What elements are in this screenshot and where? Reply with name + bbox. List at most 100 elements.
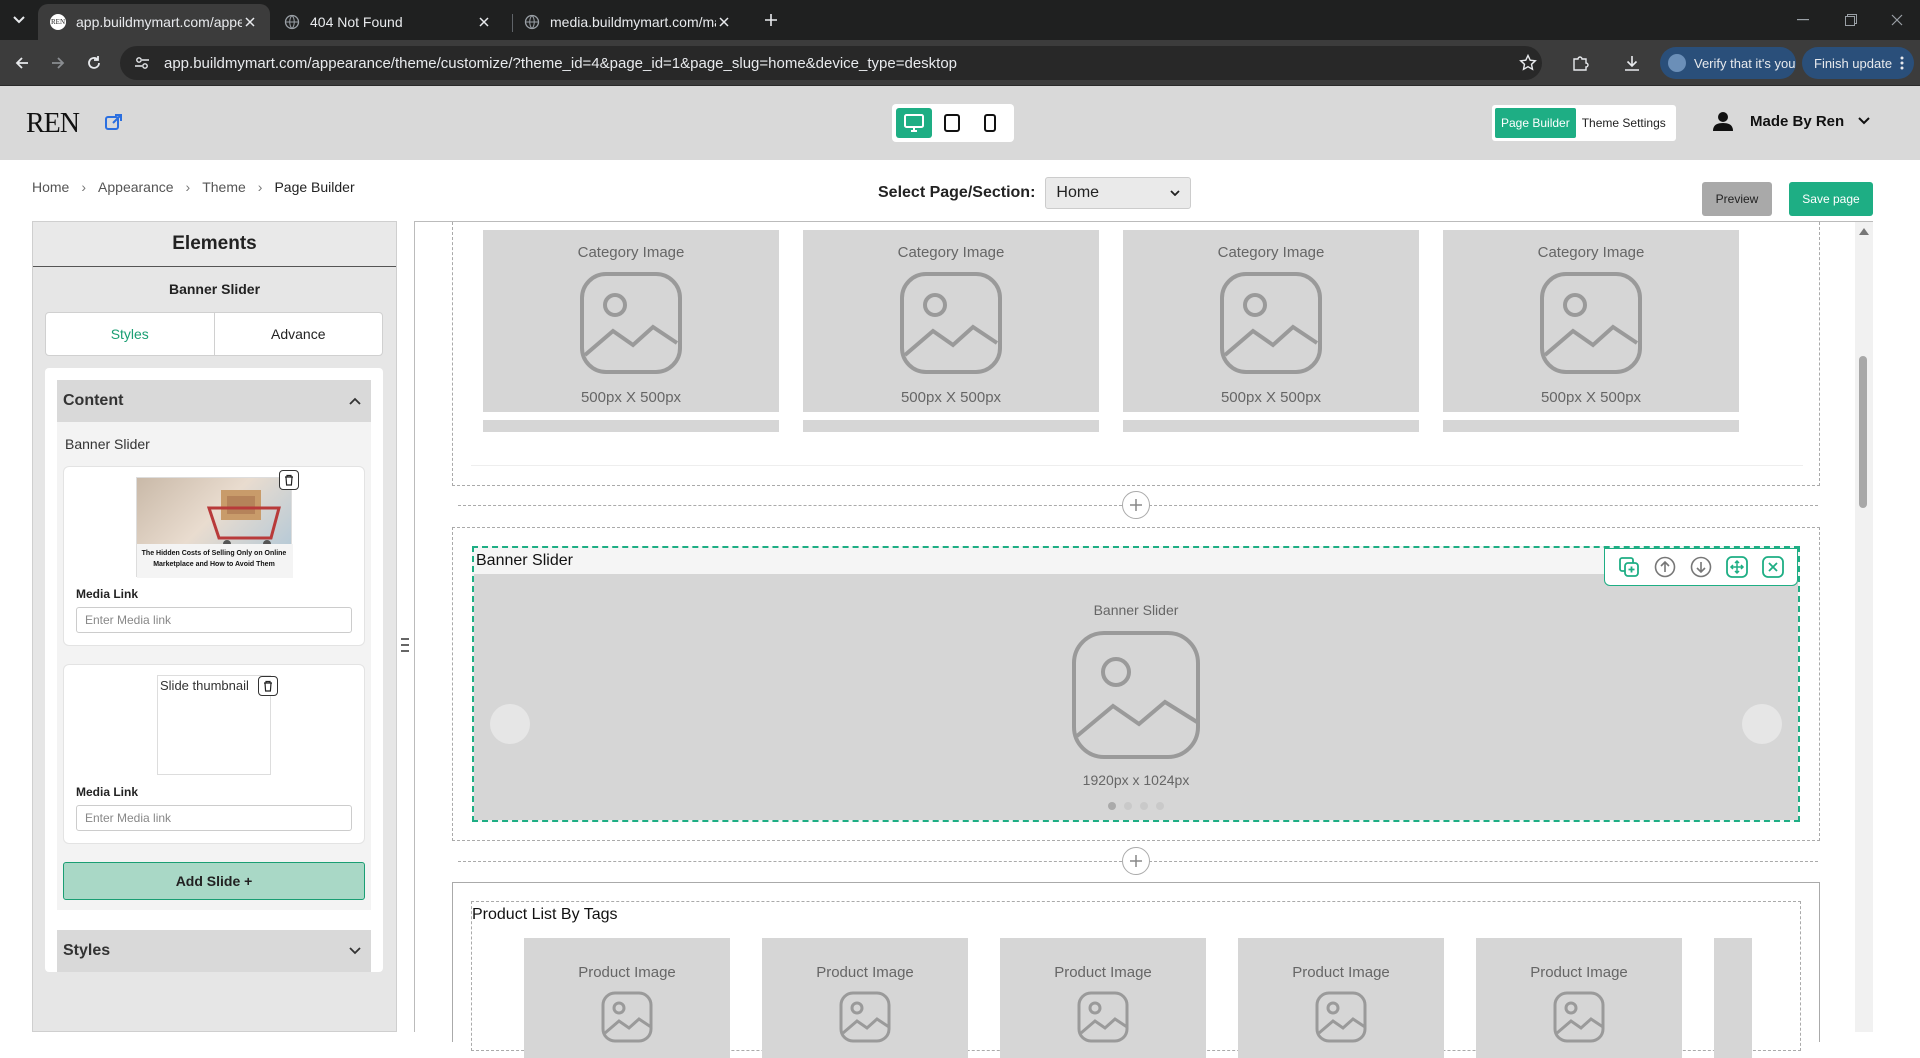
puzzle-icon <box>1573 56 1589 71</box>
delete-slide-button[interactable] <box>279 470 299 490</box>
close-window-button[interactable] <box>1874 6 1920 34</box>
breadcrumb-home[interactable]: Home <box>32 179 69 195</box>
app-header: REN Page Builder Theme Settings Made By … <box>0 86 1920 160</box>
mode-switch: Page Builder Theme Settings <box>1492 105 1676 141</box>
tablet-view-button[interactable] <box>934 108 970 138</box>
category-section[interactable]: Category Image 500px X 500px Category Im… <box>452 222 1820 486</box>
mobile-view-button[interactable] <box>972 108 1008 138</box>
chevron-down-icon <box>13 16 25 24</box>
slider-dot[interactable] <box>1140 802 1148 810</box>
product-image-placeholder: Product Image <box>1000 938 1206 1058</box>
tab-advance[interactable]: Advance <box>215 313 383 355</box>
user-menu[interactable]: Made By Ren <box>1712 110 1870 132</box>
slider-next-button[interactable] <box>1742 704 1782 744</box>
slider-prev-button[interactable] <box>490 704 530 744</box>
canvas-scrollbar[interactable] <box>1855 222 1873 1032</box>
bookmark-star-button[interactable] <box>1514 49 1542 77</box>
slider-dot[interactable] <box>1156 802 1164 810</box>
tab-title: app.buildmymart.com/appearan <box>76 14 242 30</box>
browser-toolbar: app.buildmymart.com/appearance/theme/cus… <box>0 40 1920 86</box>
globe-icon <box>284 14 300 30</box>
forward-button[interactable] <box>44 49 72 77</box>
panel-subtitle: Banner Slider <box>168 281 261 297</box>
category-size: 500px X 500px <box>580 389 682 406</box>
content-heading: Content <box>63 392 124 409</box>
downloads-button[interactable] <box>1618 49 1646 77</box>
desktop-view-button[interactable] <box>896 108 932 138</box>
move-up-button[interactable] <box>1653 555 1677 579</box>
copy-icon <box>1619 557 1639 577</box>
preview-button[interactable]: Preview <box>1702 182 1772 216</box>
mobile-icon <box>984 114 996 132</box>
duplicate-section-button[interactable] <box>1617 555 1641 579</box>
url-text: app.buildmymart.com/appearance/theme/cus… <box>164 54 958 72</box>
product-image-placeholder: Product Image <box>762 938 968 1058</box>
tab-title: 404 Not Found <box>310 14 403 30</box>
breadcrumb-theme[interactable]: Theme <box>202 179 246 195</box>
styles-accordion-header[interactable]: Styles <box>57 930 371 972</box>
page-select[interactable]: Home <box>1045 177 1192 209</box>
new-tab-button[interactable] <box>758 9 784 31</box>
add-section-button[interactable] <box>1122 491 1150 519</box>
arrow-down-circle-icon <box>1690 556 1712 578</box>
close-icon[interactable] <box>476 14 492 30</box>
browser-tab-1[interactable]: REN app.buildmymart.com/appearan <box>38 4 270 40</box>
extensions-button[interactable] <box>1566 49 1594 77</box>
remove-section-button[interactable] <box>1761 555 1785 579</box>
download-icon <box>1625 56 1639 71</box>
drag-move-button[interactable] <box>1725 555 1749 579</box>
slider-dot[interactable] <box>1124 802 1132 810</box>
slider-dot[interactable] <box>1108 802 1116 810</box>
image-placeholder-icon <box>1072 631 1200 759</box>
browser-tab-3[interactable]: media.buildmymart.com/madeb <box>512 4 744 40</box>
back-button[interactable] <box>8 49 36 77</box>
breadcrumb: Home › Appearance › Theme › Page Builder <box>32 179 355 195</box>
verify-identity-button[interactable]: Verify that it's you <box>1660 47 1796 79</box>
device-switcher <box>892 104 1014 142</box>
add-slide-button[interactable]: Add Slide + <box>63 862 365 900</box>
product-image-placeholder: Product Image <box>1238 938 1444 1058</box>
slide-thumbnail: The Hidden Costs of Selling Only on Onli… <box>136 470 299 578</box>
site-info-icon[interactable] <box>134 55 150 71</box>
restore-button[interactable] <box>1828 6 1874 34</box>
panel-title: Elements <box>33 222 396 267</box>
category-title-bar <box>483 420 779 432</box>
external-link-icon[interactable] <box>104 112 124 132</box>
page-builder-tab[interactable]: Page Builder <box>1495 108 1576 138</box>
address-bar[interactable]: app.buildmymart.com/appearance/theme/cus… <box>120 46 1542 80</box>
breadcrumb-appearance[interactable]: Appearance <box>98 179 174 195</box>
delete-slide-button[interactable] <box>258 676 278 696</box>
content-accordion-header[interactable]: Content <box>57 380 371 422</box>
add-section-button[interactable] <box>1122 847 1150 875</box>
tab-styles[interactable]: Styles <box>46 313 215 355</box>
save-page-button[interactable]: Save page <box>1789 182 1873 216</box>
banner-slider-block[interactable]: Banner Slider Banner Slider 1920px x 102… <box>472 546 1800 822</box>
finish-update-button[interactable]: Finish update <box>1802 47 1914 79</box>
arrow-up-circle-icon <box>1654 556 1676 578</box>
category-image-placeholder: Category Image 500px X 500px <box>483 230 779 412</box>
theme-settings-tab[interactable]: Theme Settings <box>1576 108 1672 138</box>
close-icon[interactable] <box>716 14 732 30</box>
panel-body: Content Banner Slider The Hidden Costs o… <box>45 368 383 972</box>
move-down-button[interactable] <box>1689 555 1713 579</box>
minimize-button[interactable] <box>1780 6 1826 34</box>
close-icon[interactable] <box>242 14 258 30</box>
styles-heading: Styles <box>63 942 111 959</box>
browser-tab-2[interactable]: 404 Not Found <box>272 4 504 40</box>
reload-button[interactable] <box>80 49 108 77</box>
media-link-input[interactable]: Enter Media link <box>76 805 352 831</box>
image-placeholder-icon <box>601 991 653 1043</box>
broken-image-alt: Slide thumbnail <box>160 678 249 693</box>
tab-search-button[interactable] <box>6 9 32 31</box>
scrollbar-thumb[interactable] <box>1859 356 1867 508</box>
image-placeholder-icon <box>839 991 891 1043</box>
chevron-down-icon <box>1170 190 1181 196</box>
product-image-placeholder: Product Image <box>1476 938 1682 1058</box>
slide-thumbnail: Slide thumbnail <box>157 675 278 775</box>
panel-resize-handle[interactable] <box>401 638 409 652</box>
image-placeholder-icon <box>1077 991 1129 1043</box>
product-list-section[interactable]: Product List By Tags Product Image Produ… <box>452 882 1820 1058</box>
media-link-input[interactable]: Enter Media link <box>76 607 352 633</box>
scroll-up-arrow[interactable] <box>1859 228 1869 235</box>
category-title-bar <box>803 420 1099 432</box>
